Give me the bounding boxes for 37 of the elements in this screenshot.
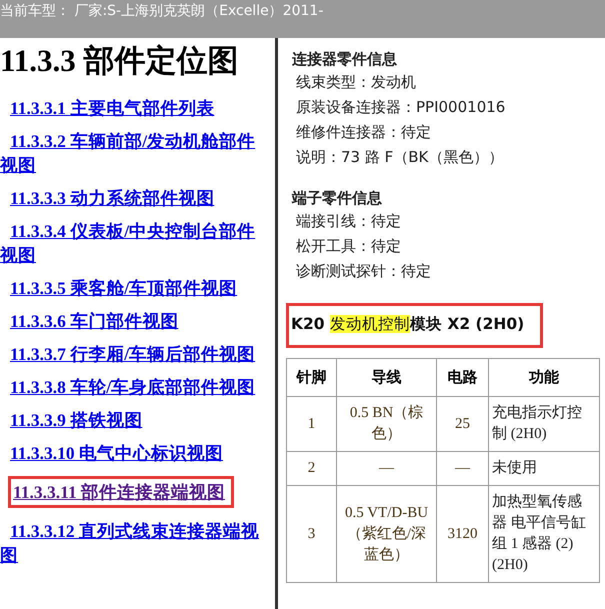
- table-cell: 加热型氧传感器 电平信号缸组 1 感器 (2) (2H0): [488, 486, 600, 582]
- info-line: 说明：73 路 F（BK（黑色））: [296, 148, 504, 167]
- toc-link[interactable]: 11.3.3.5 乘客舱/车顶部件视图: [0, 276, 270, 300]
- table-cell: 1: [286, 396, 336, 452]
- column-header: 针脚: [286, 358, 336, 396]
- table-cell: 0.5 BN（棕色）: [336, 396, 436, 452]
- info-line: 诊断测试探针：待定: [296, 262, 432, 281]
- highlighted-link[interactable]: 11.3.3.11 部件连接器端视图: [8, 476, 234, 508]
- table-cell: 3120: [436, 486, 488, 582]
- toc-link[interactable]: 11.3.3.10 电气中心标识视图: [0, 441, 270, 465]
- toc-title: 11.3.3 部件定位图: [0, 42, 240, 80]
- section-title: 端子零件信息: [292, 189, 383, 208]
- info-line: 端接引线：待定: [296, 212, 402, 231]
- table-cell: 未使用: [488, 452, 600, 486]
- info-line: 原装设备连接器：PPI0001016: [296, 98, 506, 117]
- toc-link[interactable]: 11.3.3.8 车轮/车身底部部件视图: [0, 375, 270, 399]
- table-cell: 25: [436, 396, 488, 452]
- section-title: 连接器零件信息: [292, 50, 398, 69]
- toc-link[interactable]: 11.3.3.6 车门部件视图: [0, 309, 270, 333]
- column-header: 导线: [336, 358, 436, 396]
- table-cell: 3: [286, 486, 336, 582]
- column-header: 电路: [436, 358, 488, 396]
- info-line: 松开工具：待定: [296, 237, 402, 256]
- toc-link[interactable]: 11.3.3.3 动力系统部件视图: [0, 186, 270, 210]
- table-cell: 充电指示灯控制 (2H0): [488, 396, 600, 452]
- table-cell: —: [336, 452, 436, 486]
- toc-link[interactable]: 11.3.3.7 行李厢/车辆后部件视图: [0, 342, 270, 366]
- info-line: 维修件连接器：待定: [296, 123, 432, 142]
- info-line: 线束类型：发动机: [296, 73, 417, 92]
- toc-link[interactable]: 11.3.3.12 直列式线束连接器端视图: [0, 519, 270, 567]
- table-cell: —: [436, 452, 488, 486]
- toc-link[interactable]: 11.3.3.1 主要电气部件列表: [0, 96, 270, 120]
- column-header: 功能: [488, 358, 600, 396]
- toc-link[interactable]: 11.3.3.9 搭铁视图: [0, 408, 270, 432]
- table-cell: 0.5 VT/D-BU（紫红色/深蓝色）: [336, 486, 436, 582]
- car-model-text: 当前车型： 厂家:S-上海别克英朗（Excelle）2011-: [0, 2, 324, 20]
- table-cell: 2: [286, 452, 336, 486]
